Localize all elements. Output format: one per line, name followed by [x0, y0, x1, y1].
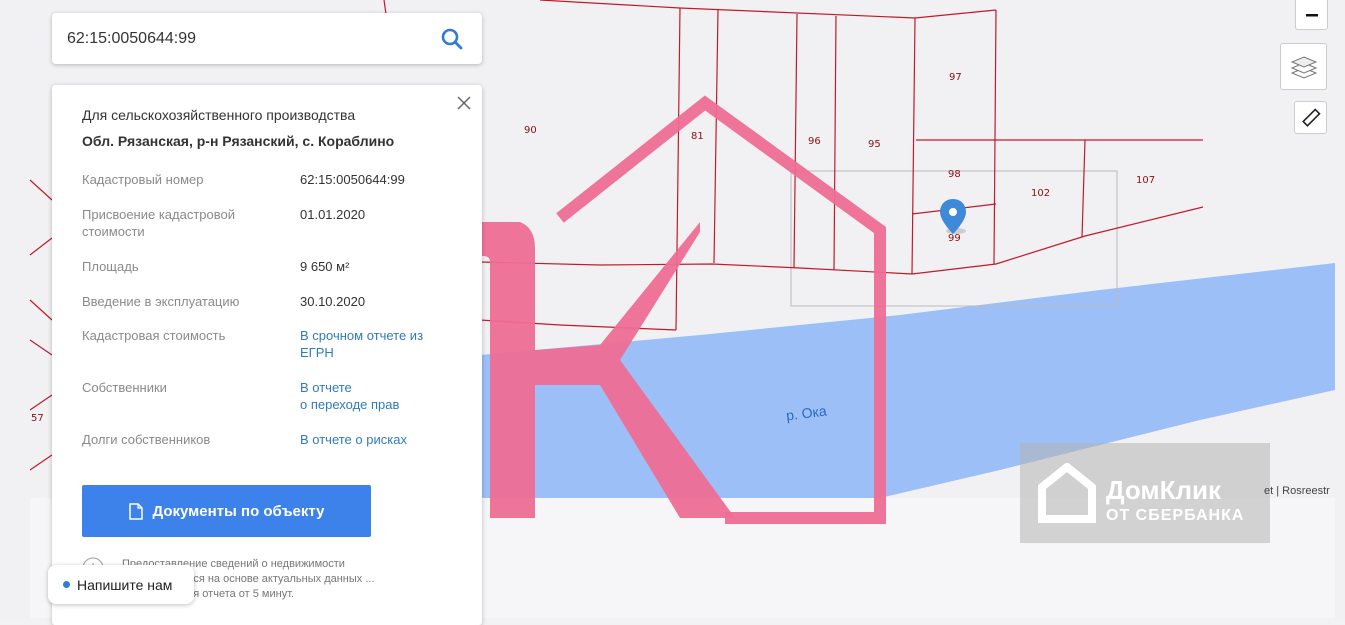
document-icon [128, 502, 143, 520]
domclick-watermark: ДомКлик ОТ СБЕРБАНКА [1020, 443, 1270, 543]
commissioning-value: 30.10.2020 [300, 294, 366, 309]
valuation-date-value: 01.01.2020 [300, 207, 366, 222]
domclick-tagline: ОТ СБЕРБАНКА [1106, 507, 1245, 524]
cadastral-number-value: 62:15:0050644:99 [300, 172, 405, 187]
zoom-out-button[interactable] [1295, 0, 1328, 30]
object-address: Обл. Рязанская, р-н Рязанский, с. Корабл… [82, 133, 395, 149]
owner-debts-label: Долги собственников [82, 432, 211, 447]
area-value: 9 650 м² [300, 259, 350, 274]
online-dot-icon [63, 581, 70, 588]
chat-button[interactable]: Напишите нам [48, 565, 194, 604]
chat-label: Напишите нам [77, 576, 173, 593]
parcel-label: 95 [868, 139, 881, 150]
layers-icon [1290, 55, 1317, 79]
owners-link-line2: о переходе прав [300, 397, 400, 412]
object-documents-button[interactable]: Документы по объекту [82, 485, 371, 537]
search-box [52, 13, 482, 64]
parcel-label: 97 [949, 72, 962, 83]
parcel-label: 98 [948, 169, 961, 180]
owner-debts-link[interactable]: В отчете о рисках [300, 431, 470, 448]
ruler-icon [1301, 107, 1321, 127]
cadastral-value-label: Кадастровая стоимость [82, 328, 226, 343]
owners-label: Собственники [82, 380, 167, 395]
search-input[interactable] [65, 28, 409, 49]
parcel-label: 96 [808, 136, 821, 147]
valuation-date-label: Присвоение кадастровой стоимости [82, 207, 236, 239]
land-use-type: Для сельскохозяйственного производства [82, 107, 356, 123]
owners-link-line1: В отчете [300, 380, 352, 395]
object-documents-label: Документы по объекту [152, 502, 325, 520]
cadastral-value-link[interactable]: В срочном отчете из ЕГРН [300, 327, 430, 361]
map-attribution[interactable]: et | Rosreestr [1264, 485, 1330, 497]
minus-icon [1305, 13, 1318, 16]
object-info-panel: Для сельскохозяйственного производства О… [52, 85, 482, 625]
commissioning-label: Введение в эксплуатацию [82, 294, 240, 309]
owners-link[interactable]: В отчете о переходе прав [300, 379, 470, 413]
close-icon[interactable] [456, 95, 472, 111]
parcel-label: 102 [1031, 188, 1051, 199]
parcel-label: 107 [1136, 175, 1156, 186]
ruler-button[interactable] [1294, 101, 1327, 134]
search-icon[interactable] [440, 27, 464, 51]
layers-button[interactable] [1280, 43, 1327, 90]
domclick-brand: ДомКлик [1106, 475, 1221, 505]
cadastral-number-label: Кадастровый номер [82, 172, 204, 187]
parcel-label: 81 [691, 131, 704, 142]
domclick-logo-icon [1038, 463, 1096, 523]
parcel-label: 99 [948, 233, 961, 244]
area-label: Площадь [82, 259, 139, 274]
parcel-label: 57 [31, 413, 44, 424]
parcel-label: 90 [524, 125, 537, 136]
